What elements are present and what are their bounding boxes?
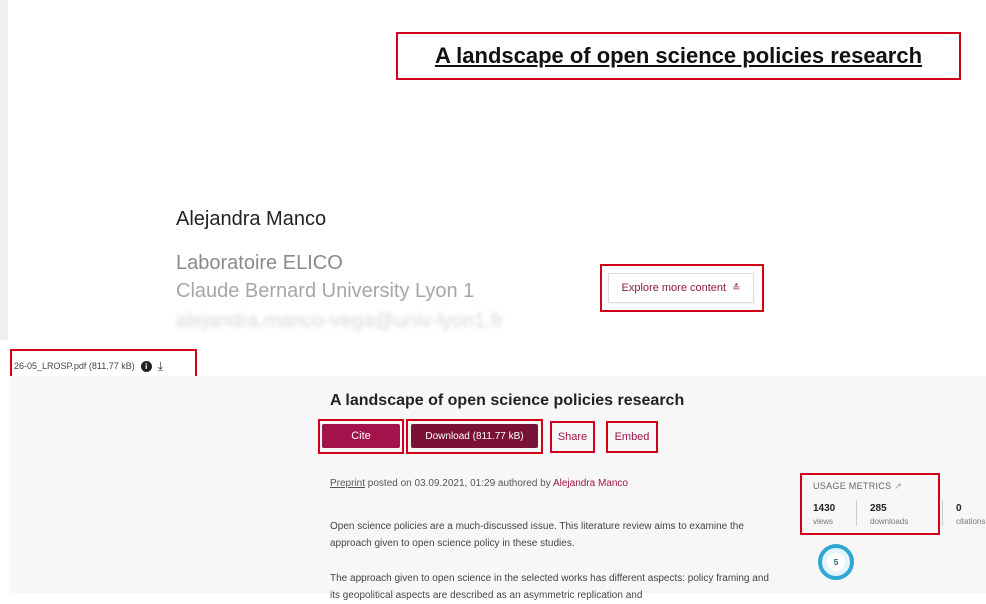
- posted-info: Preprint posted on 03.09.2021, 01:29 aut…: [330, 478, 628, 489]
- preview-email: alejandra.manco-vega@univ-lyon1.fr: [176, 310, 504, 332]
- citations-count: 0: [956, 503, 962, 514]
- metric-divider: [942, 500, 943, 526]
- highlight-box: [550, 421, 595, 453]
- altmetric-score: 5: [827, 553, 845, 571]
- highlight-box: [406, 419, 543, 454]
- description-paragraph: The approach given to open science in th…: [330, 573, 769, 601]
- preview-author: Alejandra Manco: [176, 208, 327, 230]
- highlight-box: [800, 473, 940, 535]
- preview-university: Claude Bernard University Lyon 1: [176, 280, 475, 302]
- highlight-box: [606, 421, 658, 453]
- author-link[interactable]: Alejandra Manco: [553, 478, 628, 489]
- citations-label: citations: [956, 517, 986, 526]
- highlight-box: [600, 264, 764, 312]
- item-type-link[interactable]: Preprint: [330, 478, 365, 489]
- posted-text: posted on 03.09.2021, 01:29 authored by: [365, 478, 553, 489]
- item-title: A landscape of open science policies res…: [330, 392, 685, 409]
- highlight-box: [318, 419, 404, 454]
- altmetric-badge[interactable]: 5: [818, 544, 854, 580]
- description-paragraph: Open science policies are a much-discuss…: [330, 521, 744, 549]
- highlight-box: [396, 32, 961, 80]
- preview-affiliation: Laboratoire ELICO: [176, 252, 343, 274]
- preview-side-strip: [0, 0, 8, 340]
